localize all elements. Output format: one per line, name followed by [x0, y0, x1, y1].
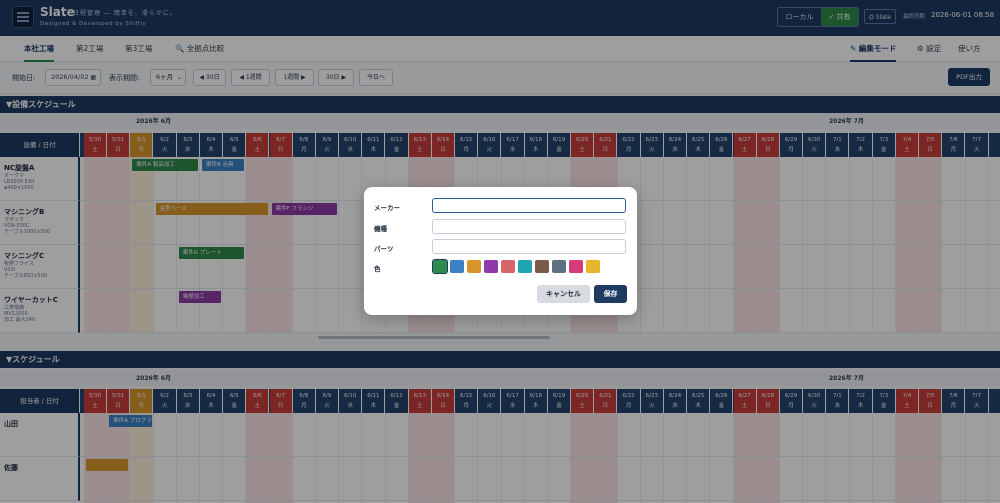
color-swatch[interactable]: [586, 260, 600, 273]
model-label: 機種: [374, 225, 387, 233]
parts-label: パーツ: [374, 245, 394, 253]
parts-input[interactable]: [432, 239, 626, 254]
model-input[interactable]: [432, 219, 626, 234]
save-button[interactable]: 保存: [594, 285, 627, 303]
color-swatch[interactable]: [535, 260, 549, 273]
color-swatch[interactable]: [569, 260, 583, 273]
color-swatch[interactable]: [501, 260, 515, 273]
maker-input[interactable]: [432, 198, 626, 213]
color-swatch[interactable]: [484, 260, 498, 273]
color-swatch[interactable]: [450, 260, 464, 273]
color-label: 色: [374, 265, 381, 273]
color-swatch[interactable]: [552, 260, 566, 273]
maker-label: メーカー: [374, 204, 400, 212]
color-swatch[interactable]: [518, 260, 532, 273]
add-equipment-dialog: メーカー 機種 パーツ 色 キャンセル 保存: [364, 187, 637, 315]
color-swatch[interactable]: [432, 259, 448, 274]
cancel-button[interactable]: キャンセル: [537, 285, 590, 303]
color-swatch[interactable]: [467, 260, 481, 273]
